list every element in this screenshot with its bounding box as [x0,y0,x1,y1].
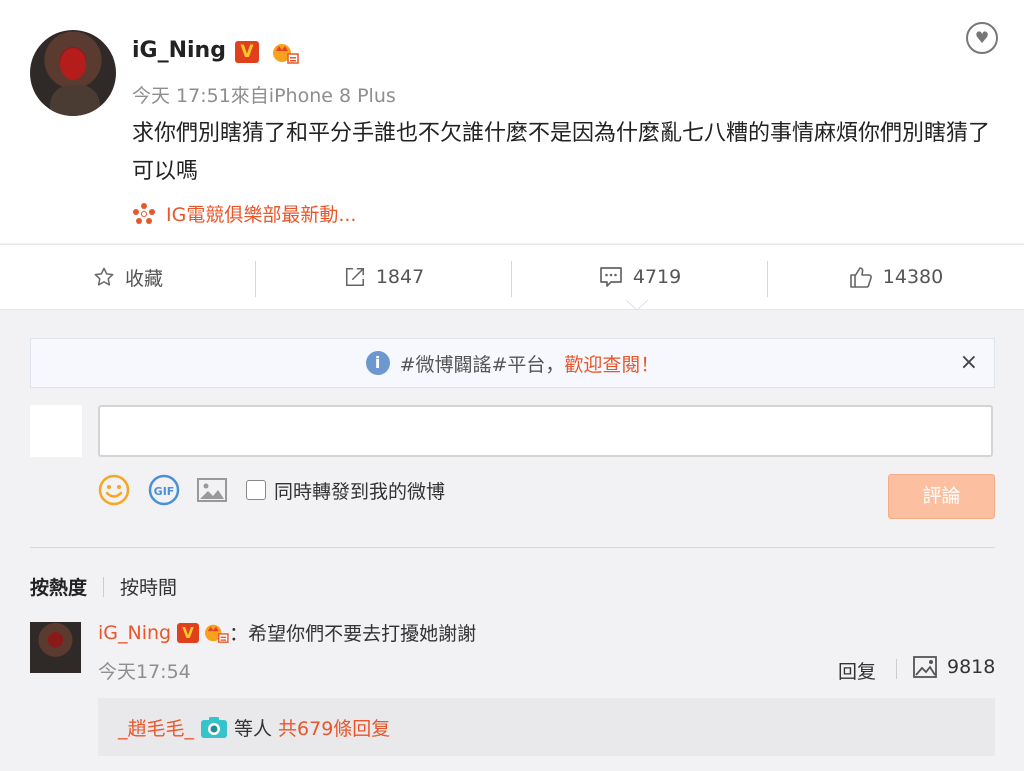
submit-comment-button[interactable]: 評論 [888,474,995,519]
close-icon[interactable]: × [960,350,978,375]
repost-checkbox[interactable] [246,480,266,500]
comment-like-button[interactable]: 9818 [913,655,995,679]
repost-button[interactable]: 1847 [256,245,512,309]
topic-flower-icon [132,202,156,226]
emoji-icon[interactable] [98,474,130,506]
comment-input[interactable] [98,405,993,457]
like-count: 14380 [882,266,944,288]
repost-checkbox-label[interactable]: 同時轉發到我的微博 [274,477,445,504]
topic-label: IG電競俱樂部最新動... [166,204,357,226]
notice-text[interactable]: #微博闢謠#平台， [400,350,565,377]
post-content: 求你們別瞎猜了和平分手誰也不欠誰什麼不是因為什麼亂七八糟的事情麻煩你們別瞎猜了可… [132,121,991,184]
sort-by-time-tab[interactable]: 按時間 [120,573,177,600]
topic-link[interactable]: IG電競俱樂部最新動... [132,200,356,227]
favorite-button[interactable]: 收藏 [0,245,256,309]
comment-count: 4719 [632,266,682,288]
image-icon[interactable] [196,474,228,506]
comment-time: 今天17:54 [98,661,191,683]
reply-suffix: 等人 [234,717,273,740]
divider [30,547,995,548]
author-avatar[interactable] [30,30,116,116]
gif-icon[interactable]: GIF [148,474,180,506]
comment-header: iG_Ning V ：希望你們不要去打擾她謝謝 [98,619,476,646]
member-crown-icon [273,44,299,64]
verified-badge-icon: V [235,41,259,63]
repost-count: 1847 [375,266,425,288]
star-icon [94,267,114,286]
share-icon [345,267,364,287]
follow-heart-icon[interactable]: ♥ [966,22,998,54]
member-crown-icon [205,624,229,643]
post-action-bar: 收藏 1847 4719 14380 [0,244,1024,310]
verified-badge-icon: V [177,622,200,643]
author-name[interactable]: iG_Ning [132,38,226,63]
post-meta: 今天 17:51來自iPhone 8 Plus [132,85,396,107]
replies-summary[interactable]: _趙毛毛_ 等人 共679條回复 [98,698,995,756]
comment-action-divider [896,659,897,679]
reply-username[interactable]: _趙毛毛_ [118,714,194,741]
like-button[interactable]: 14380 [768,245,1024,309]
notice-link[interactable]: 歡迎查閱！ [564,350,659,377]
comment-text: ：希望你們不要去打擾她謝謝 [229,623,477,645]
thumbs-up-icon [849,267,872,288]
svg-text:GIF: GIF [154,485,175,498]
sort-tabs: 按熱度 按時間 [30,573,177,600]
my-avatar [30,405,82,457]
comment-like-count: 9818 [947,656,996,678]
sort-divider [103,576,105,597]
comment-icon [599,267,622,287]
active-tab-caret [626,299,648,311]
commenter-avatar[interactable] [30,622,81,673]
weibo-post-card: iG_Ning V 今天 17:51來自iPhone 8 Plus ♥ 求你們別… [0,0,1024,243]
reply-button[interactable]: 回复 [838,657,876,684]
sort-by-hot-tab[interactable]: 按熱度 [30,573,87,600]
reply-total-link[interactable]: 共679條回复 [278,714,390,741]
favorite-label: 收藏 [124,267,163,290]
rumor-notice-banner: i #微博闢謠#平台， 歡迎查閱！ × [30,338,995,388]
camera-badge-icon [201,717,228,738]
like-image-icon [913,656,937,678]
commenter-name[interactable]: iG_Ning [98,622,171,644]
info-icon: i [365,351,390,375]
